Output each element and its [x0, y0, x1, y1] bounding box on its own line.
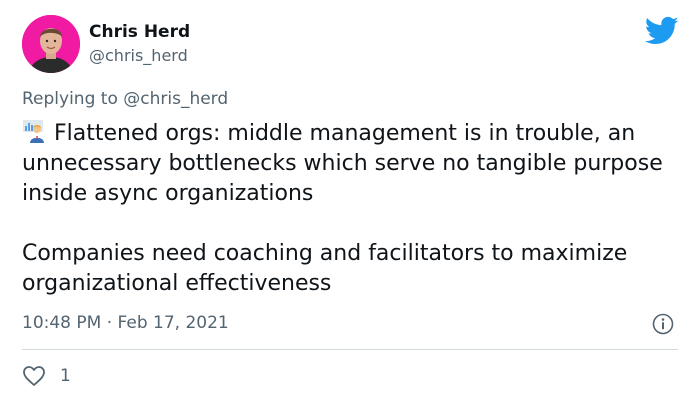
avatar[interactable] — [22, 15, 80, 73]
tweet-timestamp[interactable]: 10:48 PM · Feb 17, 2021 — [22, 311, 229, 335]
tweet-time[interactable]: 10:48 PM — [22, 313, 101, 333]
like-count: 1 — [60, 366, 71, 386]
author-handle[interactable]: @chris_herd — [89, 45, 188, 67]
tweet-paragraph-1: Flattened orgs: middle management is in … — [22, 121, 663, 206]
avatar-person-icon — [22, 15, 80, 73]
reply-mention-link[interactable]: @chris_herd — [123, 89, 228, 109]
tweet-paragraph-2: Companies need coaching and facilitators… — [22, 241, 628, 296]
meta-separator: · — [101, 313, 118, 333]
info-icon[interactable] — [652, 313, 674, 335]
author-name[interactable]: Chris Herd — [89, 21, 190, 43]
tweet-card: Chris Herd @chris_herd Replying to @chri… — [0, 0, 700, 403]
twitter-bird-icon[interactable] — [645, 16, 679, 46]
reply-context: Replying to @chris_herd — [22, 87, 228, 111]
tweet-text: Flattened orgs: middle management is in … — [22, 119, 682, 299]
reply-prefix: Replying to — [22, 89, 124, 109]
divider — [22, 349, 678, 350]
office-worker-emoji-icon — [23, 120, 44, 143]
tweet-date[interactable]: Feb 17, 2021 — [118, 313, 229, 333]
heart-icon[interactable] — [22, 365, 46, 387]
tweet-paragraph: Flattened orgs: middle management is in … — [22, 119, 682, 209]
